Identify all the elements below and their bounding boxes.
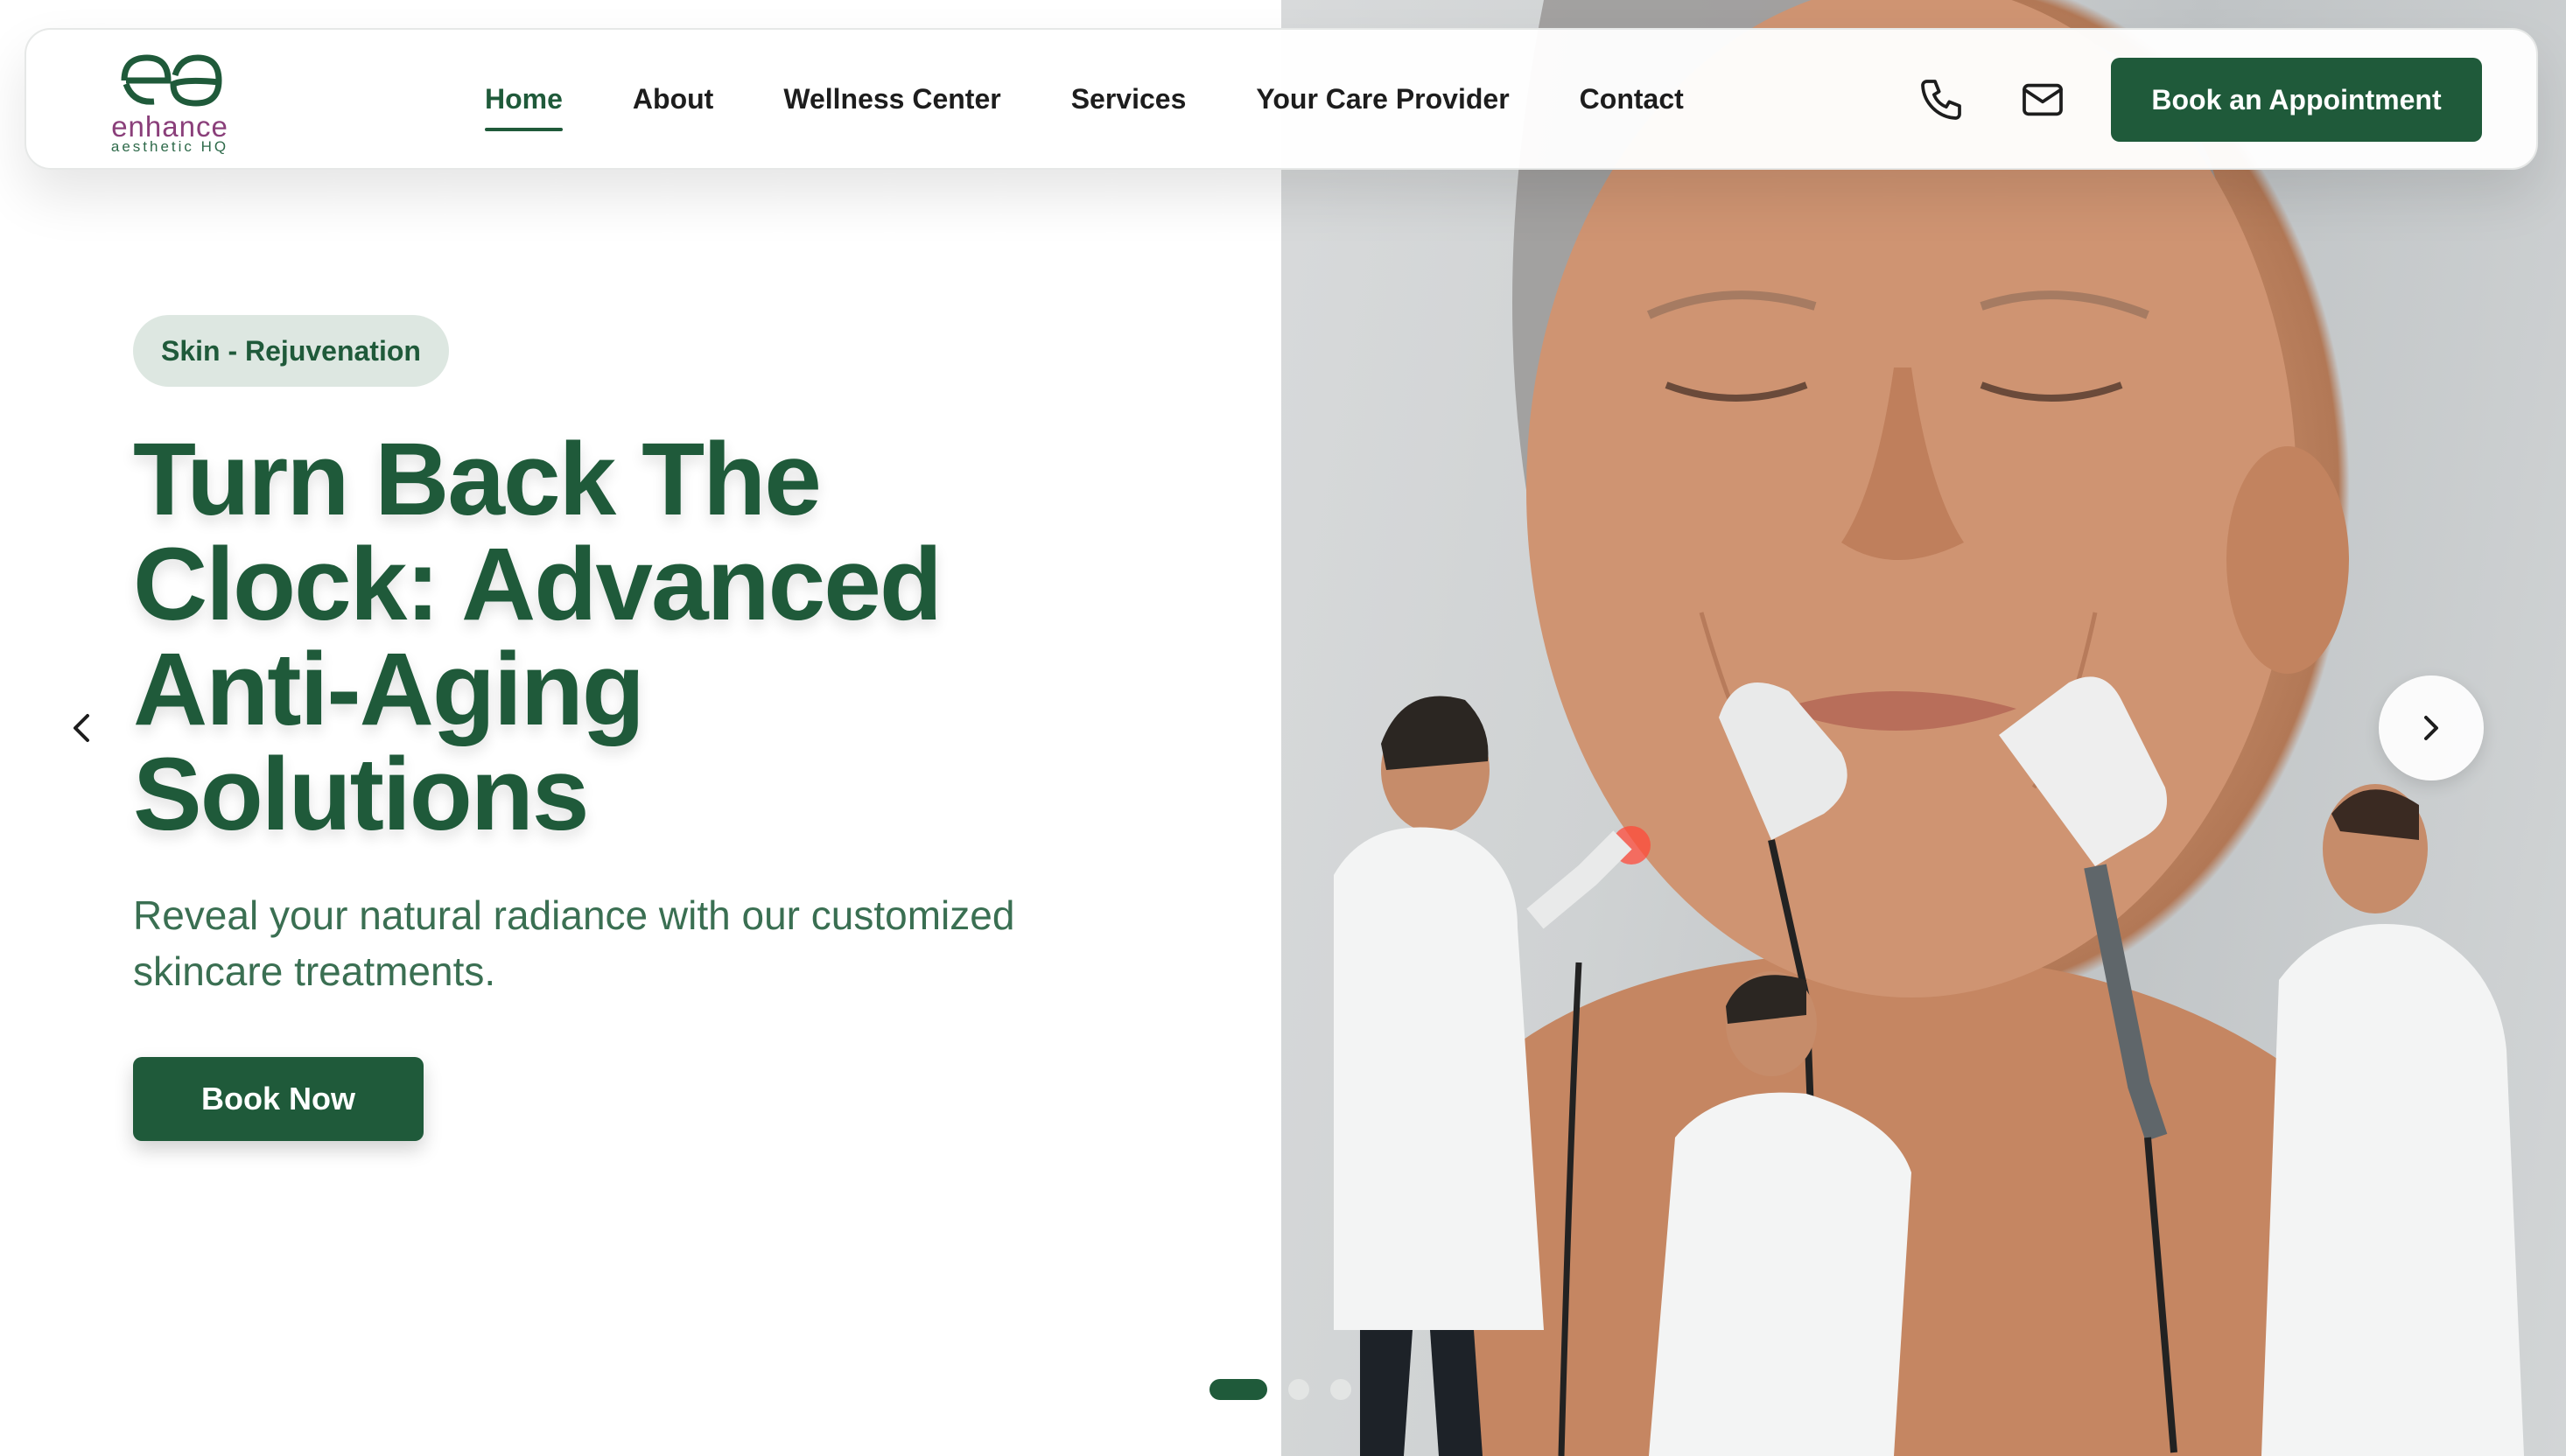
mail-icon[interactable]	[2018, 75, 2067, 124]
hero-illustration	[1334, 0, 2524, 1456]
carousel-dot-1[interactable]	[1209, 1379, 1267, 1400]
brand-name: enhance	[111, 110, 228, 143]
hero-headline: Turn Back The Clock: Advanced Anti-Aging…	[133, 427, 1166, 847]
phone-icon[interactable]	[1917, 75, 1966, 124]
nav-item-home[interactable]: Home	[485, 83, 563, 131]
nav-item-contact[interactable]: Contact	[1580, 83, 1684, 116]
nav-item-services[interactable]: Services	[1071, 83, 1187, 116]
main-nav: Home About Wellness Center Services Your…	[485, 30, 1754, 168]
brand-subtitle: aesthetic HQ	[110, 138, 229, 155]
nav-item-about[interactable]: About	[633, 83, 713, 116]
headline-line: Clock: Advanced	[133, 527, 943, 642]
hero-image	[1281, 0, 2566, 1456]
page: enhance aesthetic HQ Home About Wellness…	[0, 0, 2566, 1456]
book-appointment-button[interactable]: Book an Appointment	[2111, 58, 2482, 142]
book-now-button[interactable]: Book Now	[133, 1057, 424, 1141]
nav-item-your-care-provider[interactable]: Your Care Provider	[1256, 83, 1509, 116]
carousel-pagination	[1209, 1379, 1372, 1400]
headline-line: Turn Back The	[133, 422, 822, 537]
site-header: enhance aesthetic HQ Home About Wellness…	[25, 28, 2538, 170]
chevron-left-icon[interactable]	[58, 700, 107, 756]
category-tag: Skin - Rejuvenation	[133, 315, 449, 387]
headline-line: Solutions	[133, 737, 590, 852]
hero-subtext: Reveal your natural radiance with our cu…	[133, 892, 1015, 994]
headline-line: Anti-Aging	[133, 632, 645, 747]
chevron-right-icon	[2424, 716, 2438, 740]
logo-mark-icon	[121, 54, 222, 107]
carousel-dot-3[interactable]	[1330, 1379, 1351, 1400]
carousel-next-button[interactable]	[2379, 676, 2484, 780]
carousel-dot-2[interactable]	[1288, 1379, 1309, 1400]
nav-item-wellness-center[interactable]: Wellness Center	[783, 83, 1000, 116]
brand-logo[interactable]: enhance aesthetic HQ	[95, 49, 245, 154]
